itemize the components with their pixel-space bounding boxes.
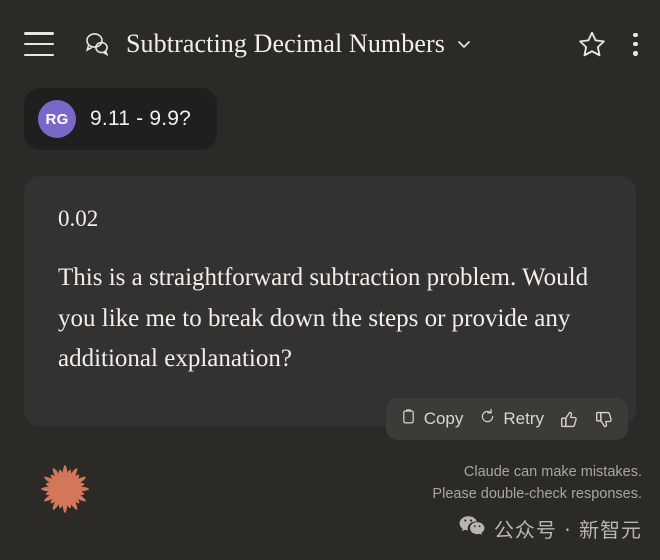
copy-label: Copy [423, 409, 464, 428]
app-footer: Claude can make mistakes. Please double-… [0, 452, 660, 560]
user-message-row: RG 9.11 - 9.9? [24, 88, 636, 150]
header-actions [577, 29, 638, 59]
assistant-message-bubble: 0.02 This is a straightforward subtracti… [24, 176, 636, 440]
wechat-icon [459, 515, 485, 542]
more-vertical-icon[interactable] [633, 32, 638, 57]
dot [633, 51, 638, 56]
footer-right-group: Claude can make mistakes. Please double-… [432, 462, 642, 543]
star-outline-icon[interactable] [577, 29, 607, 59]
refresh-icon [479, 408, 496, 430]
hamburger-menu-icon[interactable] [24, 32, 54, 56]
thumbs-up-icon[interactable] [560, 410, 579, 429]
hamburger-line [24, 53, 54, 56]
disclaimer-line-1: Claude can make mistakes. [463, 464, 642, 480]
clipboard-icon [400, 408, 417, 430]
conversation-area: RG 9.11 - 9.9? 0.02 This is a straightfo… [0, 88, 660, 440]
claude-starburst-logo [34, 458, 96, 525]
app-header: Subtracting Decimal Numbers [0, 0, 660, 88]
page-title: Subtracting Decimal Numbers [126, 29, 445, 58]
user-message-bubble: RG 9.11 - 9.9? [24, 88, 218, 150]
retry-button[interactable]: Retry [479, 408, 544, 430]
disclaimer-line-2: Please double-check responses. [432, 485, 642, 502]
assistant-message-text: This is a straightforward subtraction pr… [58, 264, 589, 372]
user-message-text: 9.11 - 9.9? [90, 107, 192, 130]
chevron-down-icon[interactable] [455, 35, 473, 53]
retry-label: Retry [503, 409, 544, 428]
assistant-answer-value: 0.02 [58, 206, 99, 231]
watermark: 公众号 · 新智元 [432, 514, 642, 543]
dot [633, 32, 638, 37]
chat-bubbles-icon[interactable] [82, 29, 112, 59]
message-action-toolbar: Copy Retry [385, 398, 628, 440]
dot [633, 41, 638, 47]
hamburger-line [24, 42, 54, 46]
thumbs-down-icon[interactable] [595, 410, 614, 429]
hamburger-line [24, 32, 54, 35]
copy-button[interactable]: Copy [400, 408, 464, 430]
avatar: RG [38, 100, 76, 138]
conversation-title-group[interactable]: Subtracting Decimal Numbers [126, 29, 577, 59]
watermark-text: 公众号 · 新智元 [493, 517, 642, 542]
